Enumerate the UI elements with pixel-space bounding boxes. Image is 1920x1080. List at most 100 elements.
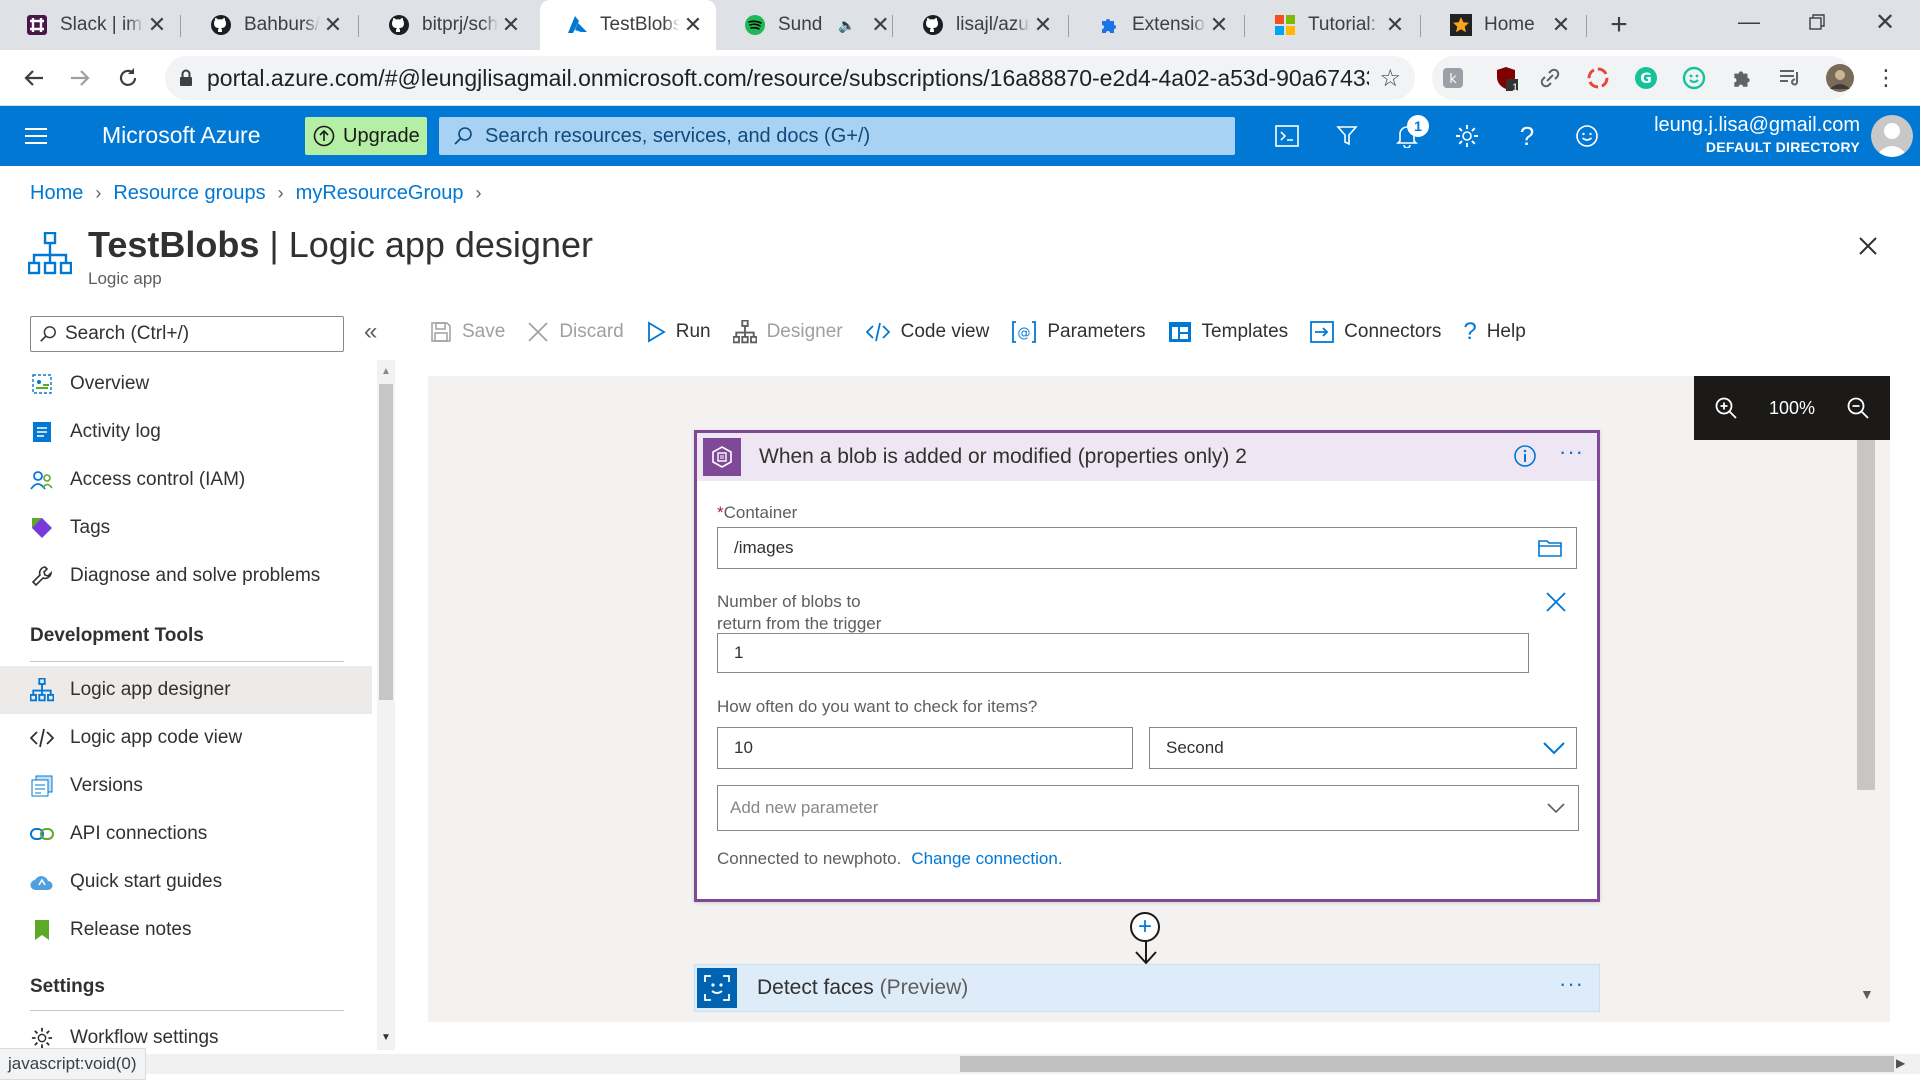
folder-picker-icon[interactable] bbox=[1538, 538, 1562, 558]
media-control-icon[interactable] bbox=[1770, 50, 1810, 106]
more-options-icon[interactable]: ··· bbox=[1559, 439, 1584, 465]
discard-button[interactable]: Discard bbox=[527, 321, 624, 343]
info-icon[interactable] bbox=[1513, 444, 1537, 468]
close-tab-icon[interactable]: ✕ bbox=[867, 12, 888, 38]
run-button[interactable]: Run bbox=[646, 321, 711, 343]
breadcrumb-resource-group[interactable]: myResourceGroup bbox=[296, 182, 464, 205]
blobs-count-input[interactable]: 1 bbox=[717, 633, 1529, 673]
remove-parameter-icon[interactable] bbox=[1545, 591, 1567, 613]
browser-tab-extension[interactable]: Extension✕ bbox=[1072, 0, 1242, 50]
extension-ublock-icon[interactable]: 1 bbox=[1487, 50, 1527, 106]
speaker-icon[interactable]: 🔈 bbox=[838, 17, 855, 34]
save-button[interactable]: Save bbox=[430, 321, 505, 343]
help-question-icon[interactable]: ? bbox=[1497, 106, 1557, 166]
brand-name[interactable]: Microsoft Azure bbox=[102, 122, 261, 149]
close-tab-icon[interactable]: ✕ bbox=[1382, 12, 1408, 38]
zoom-in-icon[interactable] bbox=[1714, 396, 1738, 420]
feedback-smiley-icon[interactable] bbox=[1557, 106, 1617, 166]
minimize-window-button[interactable]: — bbox=[1716, 0, 1782, 44]
extension-key-icon[interactable]: k bbox=[1433, 50, 1473, 106]
sidebar-item-code-view[interactable]: Logic app code view bbox=[0, 714, 372, 762]
profile-avatar[interactable] bbox=[1820, 50, 1860, 106]
sidebar-item-logic-app-designer[interactable]: Logic app designer bbox=[0, 666, 372, 714]
lock-icon[interactable] bbox=[179, 69, 193, 87]
connectors-button[interactable]: Connectors bbox=[1310, 321, 1441, 343]
close-tab-icon[interactable]: ✕ bbox=[1030, 12, 1056, 38]
sidebar-search-input[interactable]: Search (Ctrl+/) bbox=[30, 316, 344, 352]
sidebar-item-api-connections[interactable]: API connections bbox=[0, 810, 372, 858]
global-search-input[interactable]: Search resources, services, and docs (G+… bbox=[439, 117, 1235, 155]
user-avatar[interactable] bbox=[1871, 115, 1913, 157]
settings-gear-icon[interactable] bbox=[1437, 106, 1497, 166]
help-button[interactable]: ? Help bbox=[1463, 318, 1525, 346]
canvas-scroll-down-icon[interactable]: ▼ bbox=[1860, 986, 1874, 1002]
frequency-dropdown[interactable]: Second bbox=[1149, 727, 1577, 769]
restore-window-button[interactable] bbox=[1784, 0, 1850, 44]
directory-filter-icon[interactable] bbox=[1317, 106, 1377, 166]
close-tab-icon[interactable]: ✕ bbox=[1206, 12, 1232, 38]
close-tab-icon[interactable]: ✕ bbox=[498, 12, 524, 38]
close-tab-icon[interactable]: ✕ bbox=[680, 12, 706, 38]
sidebar-item-release-notes[interactable]: Release notes bbox=[0, 906, 372, 954]
trigger-card-header[interactable]: When a blob is added or modified (proper… bbox=[697, 433, 1597, 481]
browser-tab-slack[interactable]: Slack | im ✕ bbox=[0, 0, 180, 50]
back-button[interactable] bbox=[14, 58, 54, 98]
close-tab-icon[interactable]: ✕ bbox=[144, 12, 170, 38]
zoom-out-icon[interactable] bbox=[1846, 396, 1870, 420]
add-step-button[interactable]: + bbox=[1130, 912, 1160, 942]
sidebar-scrollbar[interactable]: ▲ ▼ bbox=[377, 360, 395, 1050]
forward-button[interactable] bbox=[60, 58, 100, 98]
interval-input[interactable]: 10 bbox=[717, 727, 1133, 769]
designer-button[interactable]: Designer bbox=[732, 320, 843, 344]
sidebar-item-workflow-settings[interactable]: Workflow settings bbox=[0, 1014, 372, 1050]
add-new-parameter-dropdown[interactable]: Add new parameter bbox=[717, 785, 1579, 831]
parameters-button[interactable]: @ Parameters bbox=[1011, 320, 1146, 344]
page-horizontal-scrollbar[interactable]: ▶ bbox=[0, 1054, 1920, 1074]
container-input[interactable]: /images bbox=[717, 527, 1577, 569]
extension-smiley-icon[interactable] bbox=[1674, 50, 1714, 106]
browser-tab-home[interactable]: Home ✕ bbox=[1424, 0, 1584, 50]
code-view-button[interactable]: Code view bbox=[865, 321, 989, 343]
sidebar-item-iam[interactable]: Access control (IAM) bbox=[0, 456, 372, 504]
browser-tab-github-3[interactable]: lisajl/azur ✕ bbox=[896, 0, 1066, 50]
breadcrumb-resource-groups[interactable]: Resource groups bbox=[113, 182, 265, 205]
browser-tab-testblobs[interactable]: TestBlobs ✕ bbox=[540, 0, 716, 50]
sidebar-item-versions[interactable]: Versions bbox=[0, 762, 372, 810]
breadcrumb-home[interactable]: Home bbox=[30, 182, 83, 205]
close-tab-icon[interactable]: ✕ bbox=[320, 12, 346, 38]
detect-faces-action-card[interactable]: Detect faces (Preview) ··· bbox=[694, 964, 1600, 1012]
scroll-up-icon[interactable]: ▲ bbox=[381, 366, 391, 377]
upgrade-button[interactable]: Upgrade bbox=[305, 117, 427, 155]
browser-tab-tutorial[interactable]: Tutorial: U✕ bbox=[1248, 0, 1418, 50]
extensions-puzzle-icon[interactable] bbox=[1722, 50, 1762, 106]
sidebar-item-overview[interactable]: Overview bbox=[0, 360, 372, 408]
sidebar-item-activity-log[interactable]: Activity log bbox=[0, 408, 372, 456]
browser-tab-github-2[interactable]: bitprj/sch ✕ bbox=[362, 0, 534, 50]
hamburger-menu-icon[interactable] bbox=[6, 106, 66, 166]
sidebar-scrollbar-thumb[interactable] bbox=[379, 384, 393, 700]
scroll-right-icon[interactable]: ▶ bbox=[1896, 1056, 1905, 1070]
extension-link-icon[interactable] bbox=[1530, 50, 1570, 106]
address-bar[interactable]: portal.azure.com/#@leungjlisagmail.onmic… bbox=[165, 56, 1415, 100]
scroll-down-icon[interactable]: ▼ bbox=[381, 1032, 391, 1043]
notifications-bell-icon[interactable] bbox=[1377, 106, 1437, 166]
reload-button[interactable] bbox=[108, 58, 148, 98]
cloud-shell-icon[interactable] bbox=[1257, 106, 1317, 166]
sidebar-item-tags[interactable]: Tags bbox=[0, 504, 372, 552]
close-blade-button[interactable] bbox=[1852, 230, 1884, 262]
extension-swirl-icon[interactable] bbox=[1578, 50, 1618, 106]
extension-grammarly-icon[interactable]: G bbox=[1626, 50, 1666, 106]
canvas-scrollbar-thumb[interactable] bbox=[1857, 440, 1875, 790]
browser-tab-github-1[interactable]: Bahburs/i ✕ bbox=[184, 0, 356, 50]
new-tab-button[interactable]: + bbox=[1586, 3, 1652, 47]
close-window-button[interactable]: ✕ bbox=[1852, 0, 1918, 44]
close-tab-icon[interactable]: ✕ bbox=[1548, 12, 1574, 38]
sidebar-item-diagnose[interactable]: Diagnose and solve problems bbox=[0, 552, 372, 600]
browser-tab-spotify[interactable]: Sund 🔈 ✕ bbox=[718, 0, 888, 50]
bookmark-star-icon[interactable]: ☆ bbox=[1379, 64, 1401, 93]
templates-button[interactable]: Templates bbox=[1168, 321, 1288, 343]
horizontal-scrollbar-thumb[interactable] bbox=[960, 1056, 1894, 1072]
more-options-icon[interactable]: ··· bbox=[1559, 971, 1584, 997]
collapse-sidebar-button[interactable]: « bbox=[364, 318, 377, 346]
change-connection-link[interactable]: Change connection. bbox=[911, 849, 1062, 868]
